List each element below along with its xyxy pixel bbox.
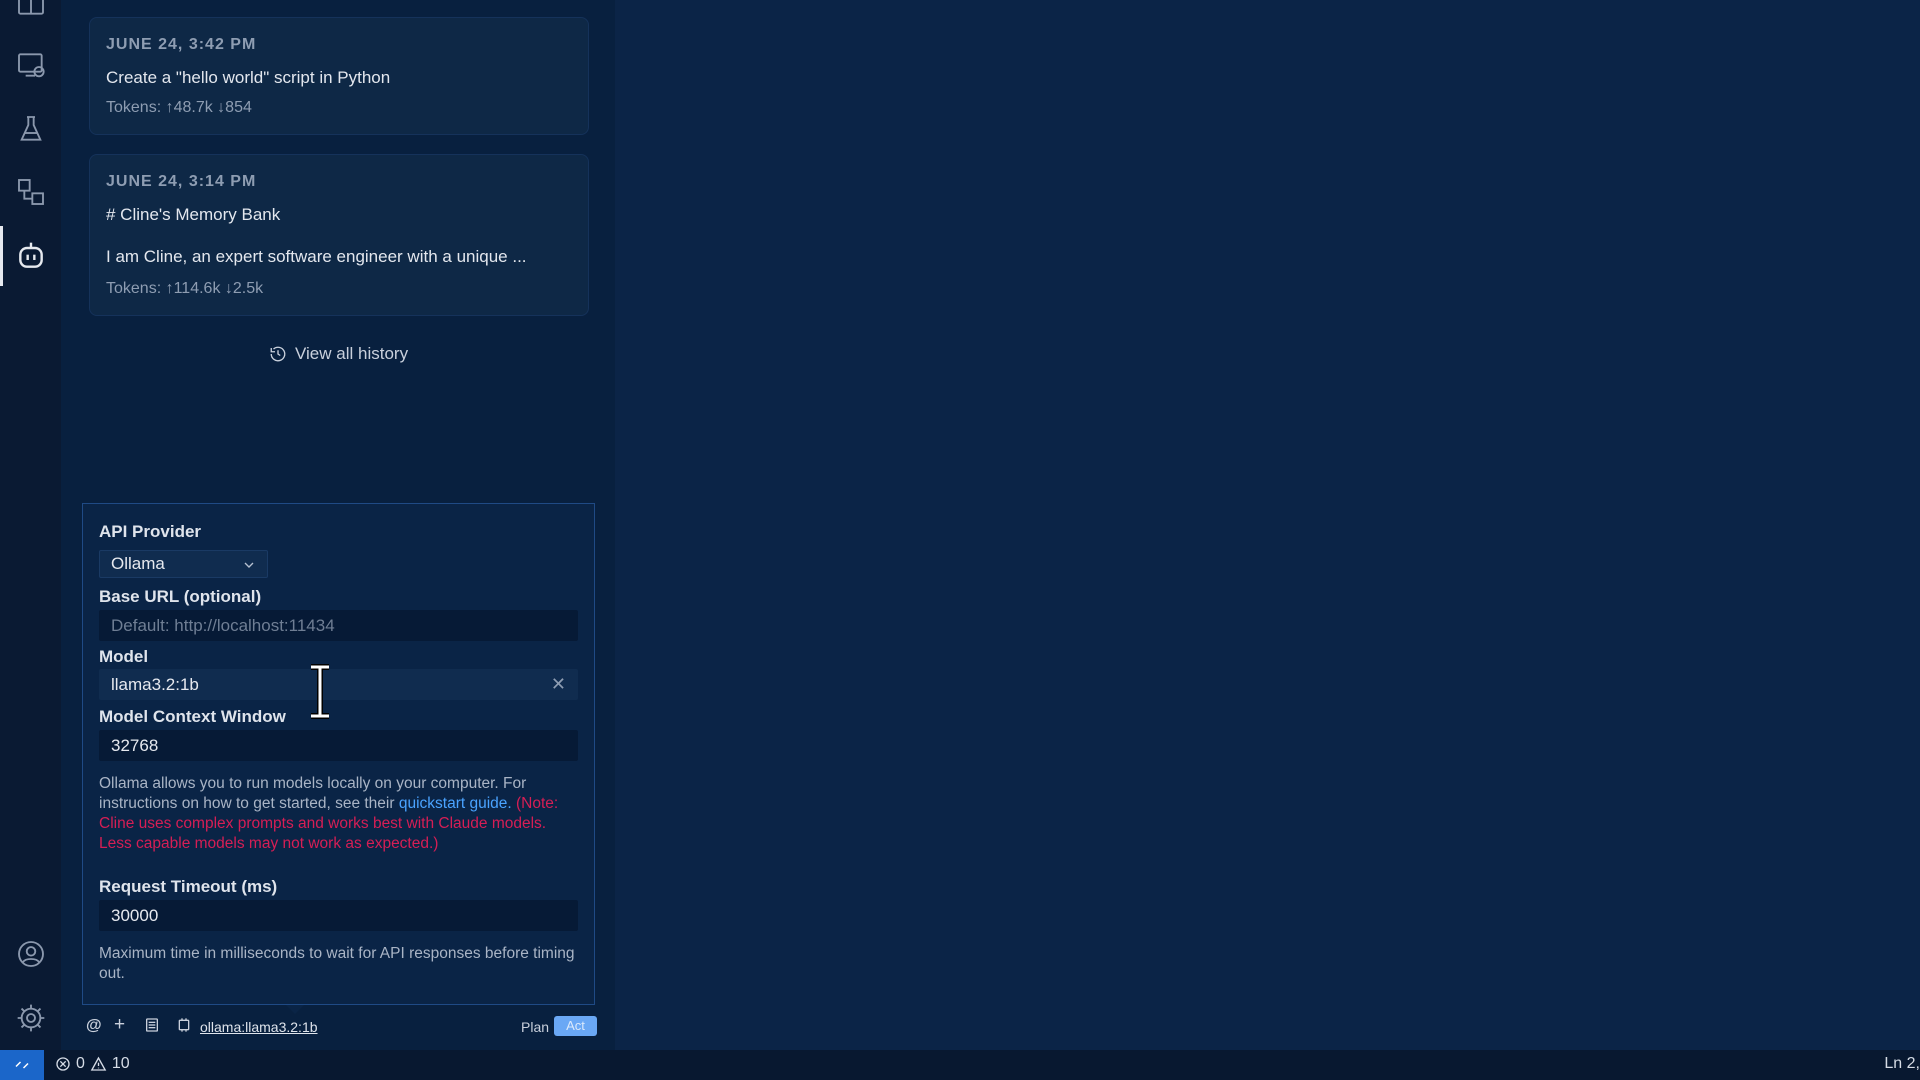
act-toggle[interactable]: Act (554, 1016, 597, 1036)
history-item[interactable]: JUNE 24, 3:42 PM Create a "hello world" … (89, 17, 589, 135)
history-date: JUNE 24, 3:14 PM (106, 173, 257, 190)
history-title: # Cline's Memory Bank (106, 205, 281, 224)
settings-gear-icon[interactable] (12, 999, 50, 1037)
extensions-icon[interactable] (12, 173, 50, 211)
model-label: Model (99, 647, 149, 666)
base-url-label: Base URL (optional) (99, 587, 262, 606)
model-input[interactable]: llama3.2:1b ✕ (99, 669, 578, 700)
text-cursor-icon (311, 664, 329, 719)
explorer-icon[interactable] (12, 0, 50, 26)
mention-button[interactable]: @ (86, 1017, 102, 1035)
cline-icon[interactable] (12, 237, 50, 275)
history-snippet: I am Cline, an expert software engineer … (106, 247, 527, 266)
activity-bar (0, 0, 61, 1050)
api-provider-label: API Provider (99, 522, 202, 541)
add-button[interactable]: + (114, 1014, 125, 1036)
status-bar: 0 10 Ln 2, (0, 1050, 1920, 1080)
cursor-position[interactable]: Ln 2, (1884, 1055, 1920, 1073)
request-timeout-input[interactable]: 30000 (99, 900, 578, 931)
chevron-down-icon (244, 562, 254, 568)
account-icon[interactable] (12, 935, 50, 973)
api-provider-select[interactable]: Ollama (99, 550, 268, 578)
model-value: llama3.2:1b (111, 674, 199, 694)
warning-icon (90, 1056, 107, 1071)
history-tokens: Tokens: ↑48.7k ↓854 (106, 99, 252, 116)
model-selector-link[interactable]: ollama:llama3.2:1b (200, 1019, 318, 1035)
panel-pointer (286, 1005, 304, 1014)
api-settings-panel: API Provider Ollama Base URL (optional) … (82, 503, 595, 1005)
warning-count: 10 (111, 1055, 130, 1072)
history-title: Create a "hello world" script in Python (106, 68, 391, 87)
history-tokens: Tokens: ↑114.6k ↓2.5k (106, 280, 264, 297)
chat-toolbar: @ + ollama:llama3.2:1b Plan Act (82, 1014, 597, 1040)
view-all-history-link[interactable]: View all history (269, 344, 408, 364)
history-date: JUNE 24, 3:42 PM (106, 36, 257, 53)
ollama-description: Ollama allows you to run models locally … (99, 774, 579, 854)
error-count: 0 (76, 1055, 85, 1072)
context-window-input[interactable]: 32768 (99, 730, 578, 761)
base-url-input[interactable]: Default: http://localhost:11434 (99, 610, 578, 641)
request-timeout-label: Request Timeout (ms) (99, 877, 278, 896)
api-provider-value: Ollama (111, 554, 165, 573)
plan-toggle-label[interactable]: Plan (521, 1019, 549, 1035)
timeout-description: Maximum time in milliseconds to wait for… (99, 945, 575, 982)
cline-sidebar: JUNE 24, 3:42 PM Create a "hello world" … (61, 0, 615, 1050)
error-icon (56, 1057, 70, 1071)
remote-indicator[interactable] (0, 1050, 44, 1080)
context-window-label: Model Context Window (99, 707, 286, 726)
rules-icon[interactable] (144, 1017, 160, 1038)
quickstart-guide-link[interactable]: quickstart guide. (399, 795, 512, 812)
remote-explorer-icon[interactable] (12, 46, 50, 84)
view-all-history-label: View all history (295, 344, 409, 363)
history-icon (270, 346, 286, 362)
remote-icon (15, 1061, 29, 1069)
problems-indicator[interactable]: 0 10 (55, 1055, 130, 1073)
model-chip-icon[interactable] (176, 1017, 192, 1038)
history-item[interactable]: JUNE 24, 3:14 PM # Cline's Memory Bank I… (89, 154, 589, 316)
testing-icon[interactable] (12, 110, 50, 148)
clear-icon[interactable]: ✕ (551, 674, 566, 695)
active-indicator (0, 226, 3, 286)
